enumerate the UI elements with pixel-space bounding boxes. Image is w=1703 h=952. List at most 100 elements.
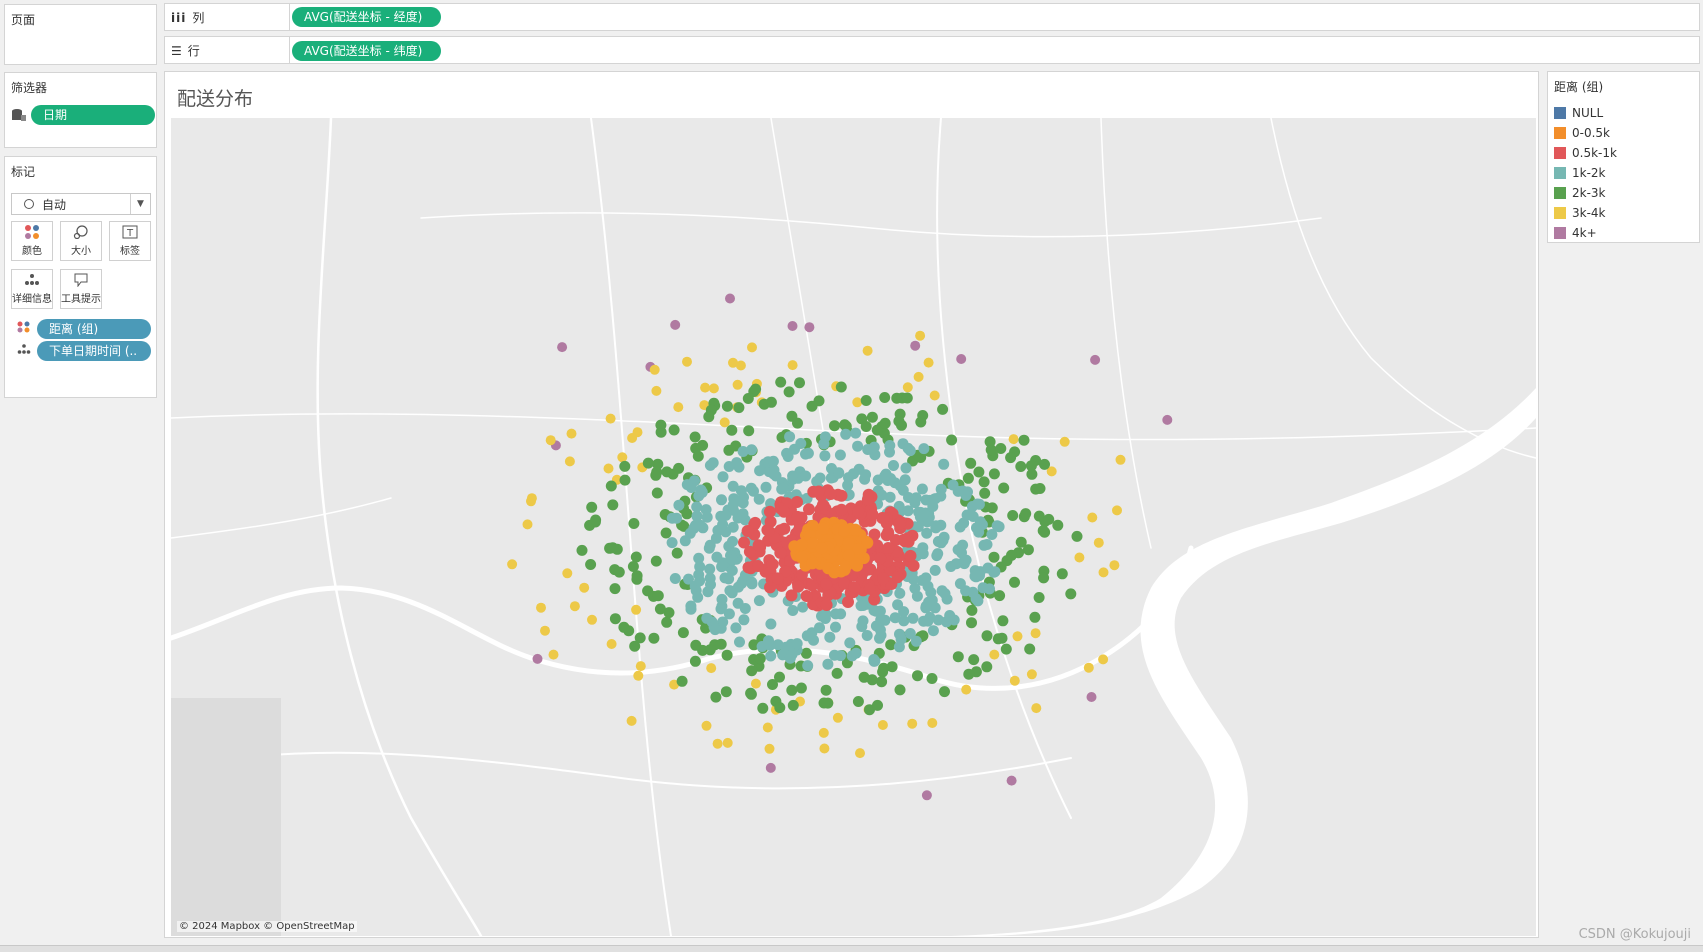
map-point[interactable] xyxy=(1086,692,1097,702)
map-point[interactable] xyxy=(926,673,938,684)
map-point[interactable] xyxy=(668,424,680,436)
map-point[interactable] xyxy=(705,579,716,591)
map-point[interactable] xyxy=(760,481,772,493)
legend-item[interactable]: 4k+ xyxy=(1548,223,1699,243)
map-point[interactable] xyxy=(834,449,846,461)
map-point[interactable] xyxy=(878,662,890,674)
map-point[interactable] xyxy=(651,466,663,478)
map-point[interactable] xyxy=(1009,576,1020,588)
map-point[interactable] xyxy=(681,479,693,491)
map-point[interactable] xyxy=(795,511,808,524)
map-point[interactable] xyxy=(735,360,746,371)
map-point[interactable] xyxy=(631,604,642,615)
map-point[interactable] xyxy=(894,587,906,599)
map-point[interactable] xyxy=(754,465,766,477)
map-point[interactable] xyxy=(654,603,666,615)
map-point[interactable] xyxy=(628,518,640,529)
map-point[interactable] xyxy=(901,392,913,404)
map-point[interactable] xyxy=(720,686,732,698)
map-point[interactable] xyxy=(730,622,742,634)
legend-item[interactable]: 1k-2k xyxy=(1548,163,1699,183)
map-point[interactable] xyxy=(632,427,643,438)
map-point[interactable] xyxy=(962,472,974,484)
map-point[interactable] xyxy=(819,450,831,462)
map-point[interactable] xyxy=(791,638,803,650)
map-point[interactable] xyxy=(948,614,960,626)
map-point[interactable] xyxy=(802,660,814,672)
map-point[interactable] xyxy=(586,501,598,513)
map-point[interactable] xyxy=(765,762,776,773)
size-button[interactable]: 大小 xyxy=(60,221,102,261)
map-point[interactable] xyxy=(915,416,927,428)
map-point[interactable] xyxy=(701,720,712,731)
map-point[interactable] xyxy=(763,635,774,647)
map-point[interactable] xyxy=(879,470,891,482)
map-point[interactable] xyxy=(696,486,708,498)
map-point[interactable] xyxy=(913,371,924,382)
map-point[interactable] xyxy=(966,604,978,616)
map-point[interactable] xyxy=(787,699,799,711)
map-point[interactable] xyxy=(715,603,727,615)
map-point[interactable] xyxy=(902,382,913,393)
map-point[interactable] xyxy=(1020,508,1032,520)
map-point[interactable] xyxy=(874,552,887,565)
map-point[interactable] xyxy=(775,376,787,388)
map-point[interactable] xyxy=(778,505,790,518)
map-point[interactable] xyxy=(727,536,738,547)
map-point[interactable] xyxy=(617,452,628,463)
map-point[interactable] xyxy=(719,417,730,428)
map-point[interactable] xyxy=(787,321,798,331)
map-point[interactable] xyxy=(673,499,685,511)
map-point[interactable] xyxy=(787,470,799,482)
map-point[interactable] xyxy=(737,508,749,520)
rows-field-pill[interactable]: AVG(配送坐标 - 纬度) xyxy=(292,41,441,61)
map-point[interactable] xyxy=(1024,643,1036,655)
map-point[interactable] xyxy=(964,508,976,520)
map-point[interactable] xyxy=(721,400,733,412)
map-point[interactable] xyxy=(894,684,906,696)
map-point[interactable] xyxy=(794,377,805,389)
map-point[interactable] xyxy=(685,600,697,612)
map-point[interactable] xyxy=(1009,675,1020,686)
map-point[interactable] xyxy=(852,440,864,452)
map-point[interactable] xyxy=(862,345,873,356)
map-point[interactable] xyxy=(870,620,882,632)
map-point[interactable] xyxy=(820,599,833,611)
map-point[interactable] xyxy=(995,443,1007,454)
map-point[interactable] xyxy=(806,400,818,412)
map-point[interactable] xyxy=(783,386,795,398)
map-point[interactable] xyxy=(1000,643,1012,655)
map-point[interactable] xyxy=(904,628,916,639)
map-point[interactable] xyxy=(866,411,878,423)
map-point[interactable] xyxy=(806,557,819,570)
map-point[interactable] xyxy=(750,678,761,689)
map-point[interactable] xyxy=(947,479,959,491)
map-point[interactable] xyxy=(812,485,825,498)
legend-item[interactable]: 3k-4k xyxy=(1548,203,1699,223)
map-point[interactable] xyxy=(811,476,823,487)
map-point[interactable] xyxy=(1074,552,1085,563)
map-point[interactable] xyxy=(727,554,739,566)
map-point[interactable] xyxy=(1006,549,1017,561)
map-point[interactable] xyxy=(682,356,692,367)
map-point[interactable] xyxy=(804,322,815,333)
map-point[interactable] xyxy=(931,550,943,562)
map-point[interactable] xyxy=(732,379,743,390)
map-point[interactable] xyxy=(978,476,990,488)
map-point[interactable] xyxy=(746,665,758,677)
map-point[interactable] xyxy=(831,667,843,679)
map-point[interactable] xyxy=(532,653,543,664)
map-point[interactable] xyxy=(866,508,879,521)
legend-item[interactable]: 2k-3k xyxy=(1548,183,1699,203)
map-point[interactable] xyxy=(900,462,912,474)
map-point[interactable] xyxy=(677,627,689,639)
map-point[interactable] xyxy=(771,572,784,585)
map-point[interactable] xyxy=(562,568,573,579)
map-point[interactable] xyxy=(907,573,919,585)
map-point[interactable] xyxy=(997,615,1009,627)
map-point[interactable] xyxy=(716,593,728,605)
map-point[interactable] xyxy=(606,639,617,649)
map-point[interactable] xyxy=(1008,434,1019,445)
columns-field-pill[interactable]: AVG(配送坐标 - 经度) xyxy=(292,7,441,27)
map-point[interactable] xyxy=(540,625,550,636)
